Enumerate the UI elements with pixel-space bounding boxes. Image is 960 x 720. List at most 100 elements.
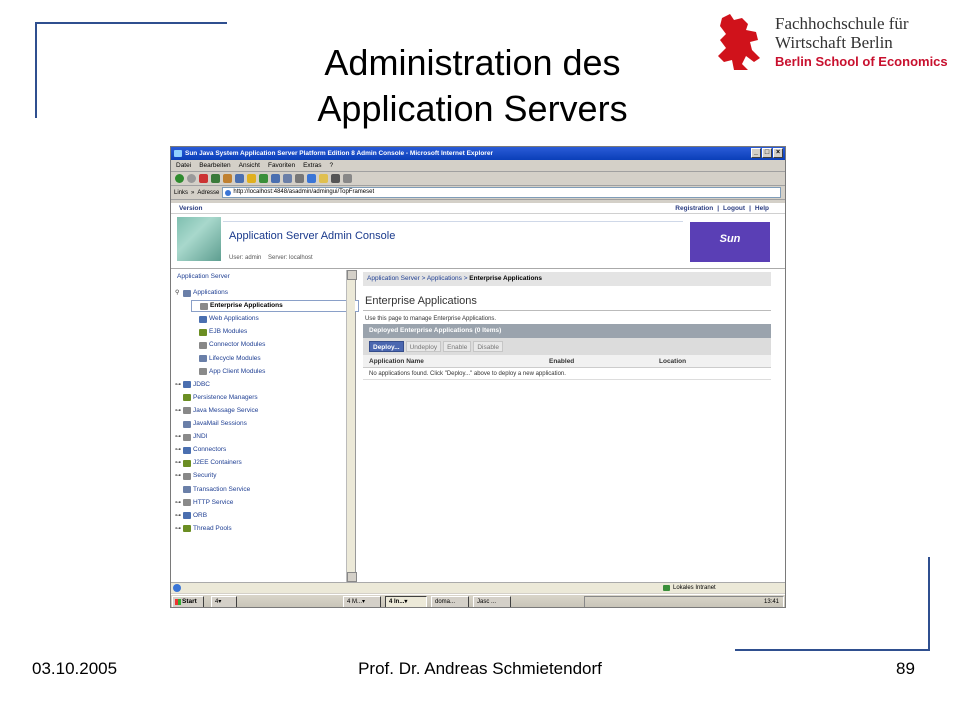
help-link[interactable]: Help xyxy=(755,205,769,212)
media-icon[interactable] xyxy=(259,174,268,183)
tree-item-app-client-modules[interactable]: App Client Modules xyxy=(191,366,265,378)
taskbar-group-internet[interactable]: 4 In...▾ xyxy=(385,596,427,607)
menu-help[interactable]: ? xyxy=(330,160,334,171)
disable-button[interactable]: Disable xyxy=(473,341,504,352)
history-icon[interactable] xyxy=(271,174,280,183)
tree-toggle-icon[interactable]: ⊶ xyxy=(175,470,181,482)
undeploy-button[interactable]: Undeploy xyxy=(405,341,442,352)
tree-item-connector-modules[interactable]: Connector Modules xyxy=(191,339,265,351)
minimize-button[interactable]: _ xyxy=(751,148,761,158)
console-title: Application Server Admin Console xyxy=(229,230,396,242)
tree-toggle-icon[interactable]: ⊶ xyxy=(175,497,181,509)
breadcrumb-current: Enterprise Applications xyxy=(469,275,543,282)
refresh-icon[interactable] xyxy=(211,174,220,183)
maximize-button[interactable]: □ xyxy=(762,148,772,158)
links-label[interactable]: Links xyxy=(174,190,188,196)
tree-toggle-icon[interactable]: ⊶ xyxy=(175,379,181,391)
tree-root[interactable]: Application Server xyxy=(174,273,230,280)
folder-icon[interactable] xyxy=(319,174,328,183)
tree-item-label: HTTP Service xyxy=(193,498,234,506)
tree-toggle-icon[interactable]: ⊶ xyxy=(175,510,181,522)
menu-ansicht[interactable]: Ansicht xyxy=(239,160,260,171)
edit-icon[interactable] xyxy=(307,174,316,183)
stop-icon[interactable] xyxy=(199,174,208,183)
folder-icon xyxy=(183,433,191,441)
tree-item-orb[interactable]: ⊶ ORB xyxy=(175,510,207,522)
deploy-button[interactable]: Deploy... xyxy=(369,341,404,352)
address-input[interactable]: http://localhost:4848/asadmin/admingui/T… xyxy=(222,187,781,198)
tree-item-http-service[interactable]: ⊶ HTTP Service xyxy=(175,497,233,509)
search-icon[interactable] xyxy=(235,174,244,183)
tree-item-label: Security xyxy=(193,472,217,480)
tree-toggle-icon[interactable]: ⊶ xyxy=(175,431,181,443)
tree-toggle-icon[interactable]: ⊶ xyxy=(175,523,181,535)
col-enabled[interactable]: Enabled xyxy=(549,355,574,368)
menu-extras[interactable]: Extras xyxy=(303,160,321,171)
tree-item-jdbc[interactable]: ⊶ JDBC xyxy=(175,379,210,391)
research-icon[interactable] xyxy=(343,174,352,183)
close-button[interactable]: × xyxy=(773,148,783,158)
tree-item-j2ee-containers[interactable]: ⊶ J2EE Containers xyxy=(175,457,242,469)
back-icon[interactable] xyxy=(175,174,184,183)
taskbar-group-ie[interactable]: 4▾ xyxy=(211,596,237,607)
tree-item-persistence-managers[interactable]: Persistence Managers xyxy=(175,392,258,404)
registration-link[interactable]: Registration xyxy=(675,205,713,212)
tree-root-label: Application Server xyxy=(177,273,230,280)
forward-icon[interactable] xyxy=(187,174,196,183)
taskbar-doma[interactable]: doma... xyxy=(431,596,469,607)
tree-item-jndi[interactable]: ⊶ JNDI xyxy=(175,431,207,443)
breadcrumb-app-server[interactable]: Application Server xyxy=(367,275,420,282)
print-icon[interactable] xyxy=(295,174,304,183)
version-link[interactable]: Version xyxy=(179,205,202,212)
tree-item-web-applications[interactable]: Web Applications xyxy=(191,313,259,325)
enable-button[interactable]: Enable xyxy=(443,341,472,352)
folder-icon xyxy=(183,420,191,428)
browser-toolbar xyxy=(171,172,785,186)
tree-item-transaction-service[interactable]: Transaction Service xyxy=(175,484,250,496)
tree-item-enterprise-applications[interactable]: Enterprise Applications xyxy=(191,300,359,313)
taskbar-jasc[interactable]: Jasc ... xyxy=(473,596,511,607)
folder-icon xyxy=(183,486,191,493)
tree-item-connectors[interactable]: ⊶ Connectors xyxy=(175,444,226,456)
applications-table: Deployed Enterprise Applications (0 Item… xyxy=(363,324,771,380)
content-pane: Application Server > Applications > Ente… xyxy=(359,270,785,582)
menu-bearbeiten[interactable]: Bearbeiten xyxy=(199,160,230,171)
tree-item-thread-pools[interactable]: ⊶ Thread Pools xyxy=(175,523,232,535)
home-icon[interactable] xyxy=(223,174,232,183)
module-icon xyxy=(199,341,207,349)
console-top-links: Version Registration | Logout | Help xyxy=(171,203,785,214)
breadcrumb-applications[interactable]: Applications xyxy=(427,275,462,282)
tree-item-lifecycle-modules[interactable]: Lifecycle Modules xyxy=(191,353,261,365)
logout-link[interactable]: Logout xyxy=(723,205,745,212)
tree-item-security[interactable]: ⊶ Security xyxy=(175,470,216,482)
col-location[interactable]: Location xyxy=(659,355,686,368)
tree-item-applications[interactable]: ⚲ Applications xyxy=(175,287,228,299)
menu-datei[interactable]: Datei xyxy=(176,160,191,171)
tree-scrollbar[interactable] xyxy=(346,270,357,582)
col-application-name[interactable]: Application Name xyxy=(369,355,424,368)
mail-icon[interactable] xyxy=(283,174,292,183)
tree-item-label: Java Message Service xyxy=(193,406,259,414)
tree-item-java-message-service[interactable]: ⊶ Java Message Service xyxy=(175,405,258,417)
messenger-icon[interactable] xyxy=(331,174,340,183)
tree-toggle-icon[interactable]: ⊶ xyxy=(175,444,181,456)
user-server-line: User: admin Server: localhost xyxy=(229,255,313,261)
menu-favoriten[interactable]: Favoriten xyxy=(268,160,295,171)
taskbar-group-mail[interactable]: 4 M...▾ xyxy=(343,596,381,607)
folder-icon xyxy=(183,289,191,297)
start-button[interactable]: Start xyxy=(172,596,204,607)
tree-toggle-icon[interactable]: ⚲ xyxy=(175,287,181,299)
tree-toggle-icon[interactable]: ⊶ xyxy=(175,457,181,469)
page-description: Use this page to manage Enterprise Appli… xyxy=(365,316,497,322)
favorites-icon[interactable] xyxy=(247,174,256,183)
tree-item-ejb-modules[interactable]: EJB Modules xyxy=(191,326,247,338)
tree-toggle-icon[interactable]: ⊶ xyxy=(175,405,181,417)
folder-icon xyxy=(183,512,191,520)
page-viewport: Version Registration | Logout | Help App… xyxy=(171,203,785,582)
logo-line3: Berlin School of Economics xyxy=(775,54,948,69)
table-actions: Deploy... Undeploy Enable Disable xyxy=(363,338,771,355)
tree-item-javamail-sessions[interactable]: JavaMail Sessions xyxy=(175,418,247,430)
menu-bar: Datei Bearbeiten Ansicht Favoriten Extra… xyxy=(171,160,785,172)
links-chevron-icon[interactable]: » xyxy=(191,190,194,196)
clock: 13:41 xyxy=(763,599,779,605)
